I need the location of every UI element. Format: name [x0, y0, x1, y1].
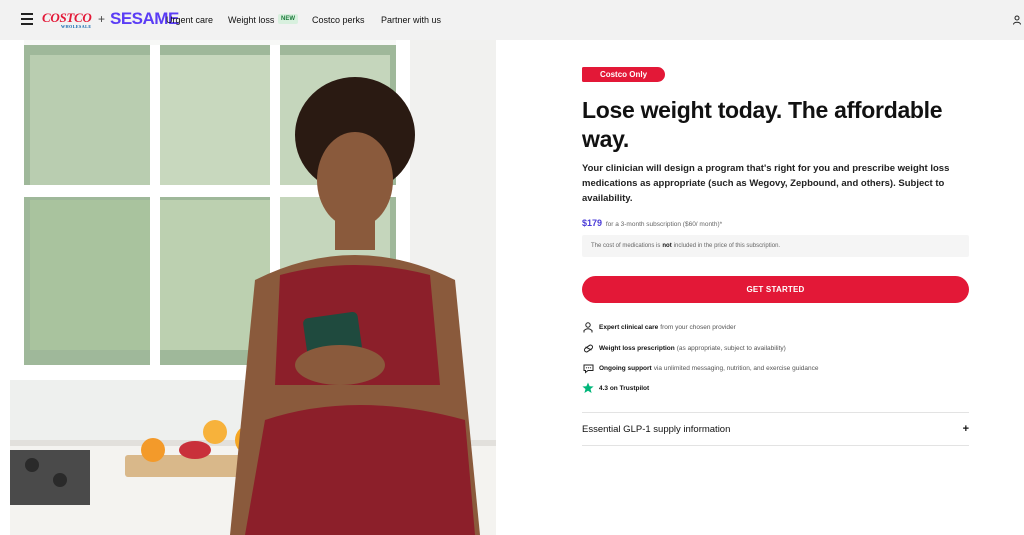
price-value: $179 [582, 218, 603, 228]
price-detail: for a 3-month subscription ($60/ month)* [605, 221, 723, 228]
feature-support: Ongoing support via unlimited messaging,… [582, 362, 818, 374]
feature-trustpilot-bold: 4.3 on Trustpilot [599, 384, 650, 392]
page-description: Your clinician will design a program tha… [582, 163, 950, 204]
feature-prescription: Weight loss prescription (as appropriate… [582, 342, 786, 354]
feature-expert-care: Expert clinical care from your chosen pr… [582, 321, 736, 333]
accordion-divider-top [582, 412, 969, 413]
accordion-divider-bottom [582, 445, 969, 446]
nav-partner-with-us[interactable]: Partner with us [381, 15, 441, 25]
accordion-label: Essential GLP-1 supply information [582, 423, 731, 435]
chat-icon [582, 362, 594, 374]
brand-plus-sign: + [98, 12, 106, 26]
user-account-icon[interactable] [1013, 15, 1021, 25]
hero-image [10, 40, 496, 535]
feature-support-text: via unlimited messaging, nutrition, and … [653, 364, 819, 372]
feature-prescription-bold: Weight loss prescription [599, 344, 675, 352]
nav-weight-loss[interactable]: Weight loss [228, 15, 274, 25]
price-line: $179 for a 3-month subscription ($60/ mo… [582, 218, 722, 228]
medication-cost-note: The cost of medications is not included … [582, 235, 969, 257]
pill-icon [582, 342, 594, 354]
costco-logo[interactable]: COSTCO WHOLESALE [42, 11, 92, 29]
note-text-pre: The cost of medications is [591, 243, 661, 249]
star-icon [582, 382, 594, 394]
costco-logo-text: COSTCO [42, 10, 92, 25]
hamburger-menu-icon[interactable] [21, 13, 33, 25]
new-badge: NEW [278, 14, 298, 24]
feature-trustpilot: 4.3 on Trustpilot [582, 382, 651, 394]
glp1-supply-accordion[interactable]: Essential GLP-1 supply information + [582, 420, 969, 438]
nav-urgent-care[interactable]: Urgent care [166, 15, 213, 25]
note-text-bold: not [662, 243, 672, 249]
feature-expert-care-bold: Expert clinical care [599, 323, 659, 331]
feature-prescription-text: (as appropriate, subject to availability… [676, 344, 786, 352]
top-navigation-bar: COSTCO WHOLESALE + SESAME Urgent care We… [0, 0, 1024, 40]
feature-support-bold: Ongoing support [599, 364, 652, 372]
expand-plus-icon[interactable]: + [963, 423, 969, 435]
get-started-button[interactable]: GET STARTED [582, 276, 969, 303]
feature-expert-care-text: from your chosen provider [660, 323, 736, 331]
nav-costco-perks[interactable]: Costco perks [312, 15, 365, 25]
page-headline: Lose weight today. The affordable way. [582, 97, 943, 152]
clinician-icon [582, 321, 594, 333]
costco-only-badge: Costco Only [582, 67, 665, 82]
costco-logo-subtext: WHOLESALE [60, 24, 92, 29]
note-text-post: included in the price of this subscripti… [673, 243, 781, 249]
